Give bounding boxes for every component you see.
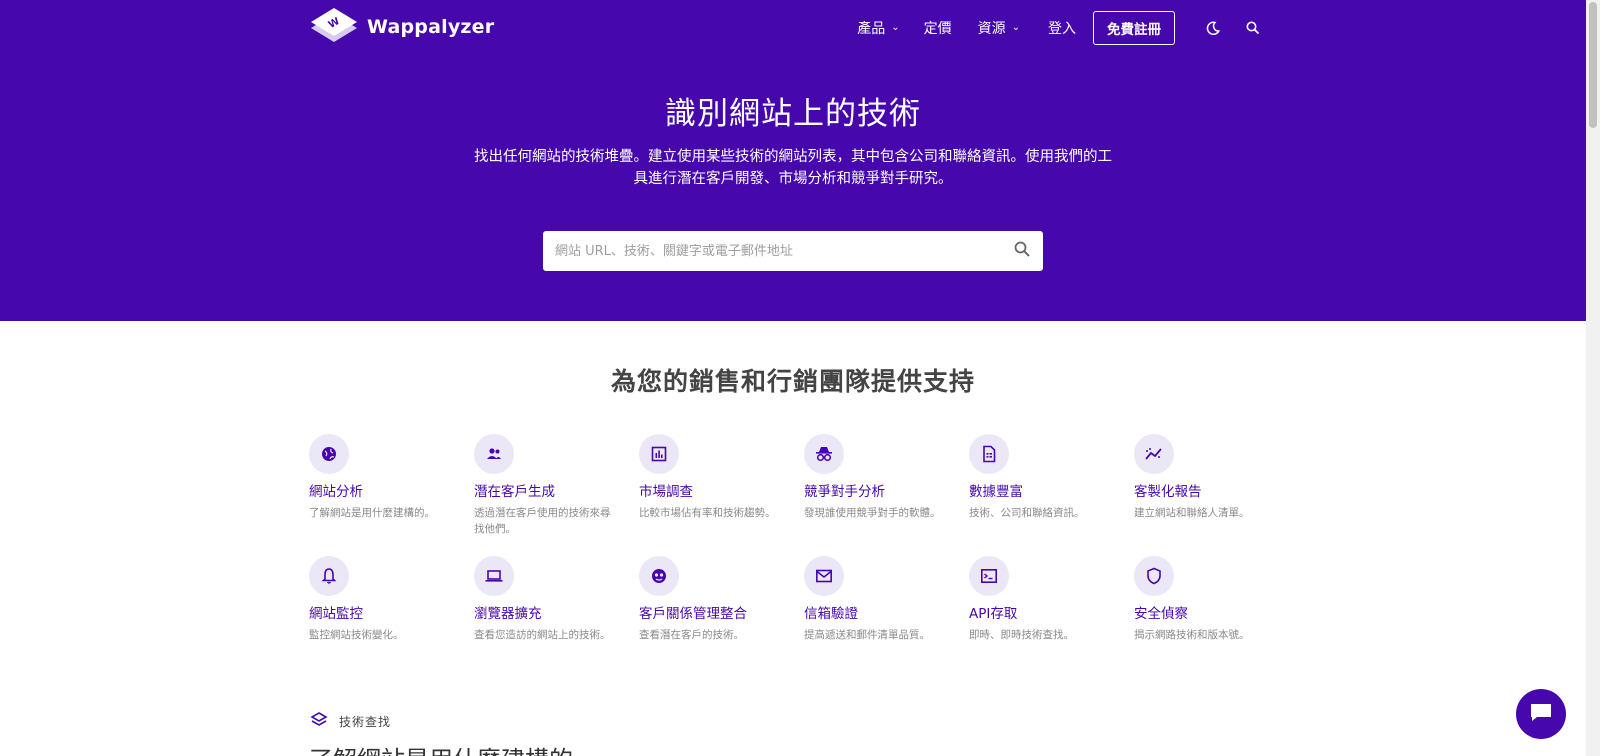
page-title: 識別網站上的技術: [665, 96, 921, 132]
hero-banner: W Wappalyzer 產品 ⌄ 定價 資源 ⌄ 登入 免費註冊 識別網站上的…: [0, 0, 1586, 321]
feature-item[interactable]: 潛在客戶生成 透過潛在客戶使用的技術來尋找他們。: [474, 434, 639, 535]
bell-icon: [309, 556, 349, 596]
chat-button[interactable]: [1516, 689, 1566, 739]
feature-title: 網站監控: [309, 606, 363, 622]
feature-title: 潛在客戶生成: [474, 484, 555, 500]
feature-title: 安全偵察: [1134, 606, 1188, 622]
feature-desc: 技術、公司和聯絡資訊。: [969, 507, 1085, 519]
feature-title: 數據豐富: [969, 484, 1023, 500]
scrollbar-thumb[interactable]: [1589, 2, 1597, 128]
tech-lookup-text: 技術查找: [339, 715, 392, 729]
signup-button[interactable]: 免費註冊: [1093, 11, 1175, 45]
feature-item[interactable]: 競爭對手分析 發現誰使用競爭對手的軟體。: [804, 434, 969, 534]
brand-logo[interactable]: W Wappalyzer: [309, 6, 494, 48]
nav-item-label: 定價: [923, 21, 952, 37]
feature-desc: 透過潛在客戶使用的技術來尋找他們。: [474, 507, 611, 535]
feature-item[interactable]: 網站監控 監控網站技術變化。: [309, 556, 474, 656]
hero-search: [543, 231, 1043, 271]
top-nav: W Wappalyzer 產品 ⌄ 定價 資源 ⌄ 登入 免費註冊: [309, 0, 1265, 56]
feature-desc: 揭示網路技術和版本號。: [1134, 629, 1250, 641]
feature-desc: 即時、即時技術查找。: [969, 629, 1074, 641]
chevron-down-icon: ⌄: [1011, 21, 1020, 33]
section-title: 為您的銷售和行銷團隊提供支持: [610, 367, 975, 396]
tech-lookup-heading: 了解網站是用什麼建構的: [309, 740, 573, 756]
nav-item-login[interactable]: 登入: [1048, 18, 1076, 38]
feature-title: 競爭對手分析: [804, 484, 885, 500]
feature-desc: 提高遞送和郵件清單品質。: [804, 629, 930, 641]
bar-chart-icon: [639, 434, 679, 474]
layers-icon: [309, 711, 329, 732]
feature-item[interactable]: 安全偵察 揭示網路技術和版本號。: [1134, 556, 1299, 656]
feature-title: 客製化報告: [1134, 484, 1202, 500]
mail-icon: [804, 556, 844, 596]
feature-title: API存取: [969, 606, 1018, 622]
document-icon: [969, 434, 1009, 474]
page-scrollbar[interactable]: [1586, 0, 1600, 756]
feature-desc: 查看您造訪的網站上的技術。: [474, 629, 611, 641]
feature-desc: 建立網站和聯絡人清單。: [1134, 507, 1250, 519]
search-icon[interactable]: [1241, 16, 1265, 40]
feature-item[interactable]: 網站分析 了解網站是用什麼建構的。: [309, 434, 474, 534]
search-input[interactable]: [555, 243, 1013, 259]
chevron-down-icon: ⌄: [891, 21, 900, 33]
nav-links: 產品 ⌄ 定價 資源 ⌄ 登入 免費註冊: [857, 11, 1265, 45]
terminal-icon: [969, 556, 1009, 596]
features-grid: 網站分析 了解網站是用什麼建構的。 潛在客戶生成 透過潛在客戶使用的技術來尋找他…: [309, 434, 1274, 656]
search-icon[interactable]: [1013, 240, 1031, 262]
feature-desc: 監控網站技術變化。: [309, 629, 404, 641]
people-icon: [474, 434, 514, 474]
globe-icon: [309, 434, 349, 474]
nav-item-label: 資源: [977, 21, 1006, 37]
feature-item[interactable]: 客製化報告 建立網站和聯絡人清單。: [1134, 434, 1299, 534]
nav-item-pricing[interactable]: 定價: [924, 18, 952, 38]
feature-title: 網站分析: [309, 484, 363, 500]
feature-item[interactable]: 瀏覽器擴充 查看您造訪的網站上的技術。: [474, 556, 639, 656]
feature-title: 市場調查: [639, 484, 693, 500]
nav-item-products[interactable]: 產品 ⌄: [857, 18, 899, 38]
feature-item[interactable]: API存取 即時、即時技術查找。: [969, 556, 1134, 656]
feature-item[interactable]: 信箱驗證 提高遞送和郵件清單品質。: [804, 556, 969, 656]
feature-item[interactable]: 客戶關係管理整合 查看潛在客戶的技術。: [639, 556, 804, 656]
feature-desc: 了解網站是用什麼建構的。: [309, 507, 435, 519]
chat-icon: [1528, 700, 1554, 728]
spy-icon: [804, 434, 844, 474]
trend-icon: [1134, 434, 1174, 474]
brand-name: Wappalyzer: [367, 16, 495, 38]
nav-item-resources[interactable]: 資源 ⌄: [978, 18, 1020, 38]
tech-lookup-label: 技術查找: [309, 711, 391, 732]
face-icon: [639, 556, 679, 596]
shield-icon: [1134, 556, 1174, 596]
feature-item[interactable]: 市場調查 比較市場佔有率和技術趨勢。: [639, 434, 804, 534]
feature-desc: 查看潛在客戶的技術。: [639, 629, 744, 641]
feature-title: 信箱驗證: [804, 606, 858, 622]
wappalyzer-logo-icon: W: [309, 6, 359, 48]
feature-desc: 比較市場佔有率和技術趨勢。: [639, 507, 776, 519]
nav-item-label: 產品: [857, 21, 886, 37]
feature-title: 客戶關係管理整合: [639, 606, 747, 622]
moon-icon[interactable]: [1201, 16, 1225, 40]
feature-item[interactable]: 數據豐富 技術、公司和聯絡資訊。: [969, 434, 1134, 534]
feature-desc: 發現誰使用競爭對手的軟體。: [804, 507, 941, 519]
laptop-icon: [474, 556, 514, 596]
nav-item-label: 登入: [1048, 21, 1076, 37]
feature-title: 瀏覽器擴充: [474, 606, 542, 622]
hero-subtitle: 找出任何網站的技術堆疊。建立使用某些技術的網站列表，其中包含公司和聯絡資訊。使用…: [474, 149, 1112, 187]
